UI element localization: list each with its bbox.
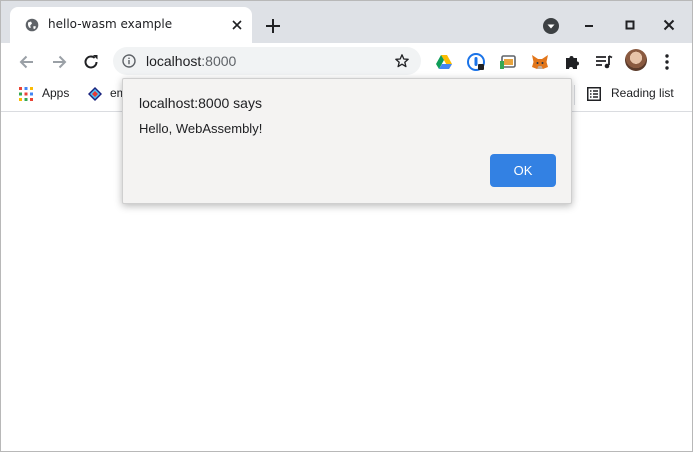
dialog-message: Hello, WebAssembly!	[139, 121, 263, 136]
tab-title: hello-wasm example	[48, 17, 173, 31]
bookmark-apps-label[interactable]: Apps	[42, 86, 69, 100]
tab-hello-wasm[interactable]: hello-wasm example	[10, 7, 252, 43]
bookmark-favicon[interactable]	[87, 86, 103, 102]
extensions-icon[interactable]	[562, 52, 582, 72]
minimize-icon[interactable]	[581, 17, 597, 33]
close-icon[interactable]	[229, 17, 245, 33]
apps-grid-icon[interactable]	[19, 87, 33, 101]
bookmarks-separator	[574, 85, 575, 105]
password-icon[interactable]	[466, 52, 486, 72]
media-queue-icon[interactable]	[594, 52, 614, 72]
plus-icon[interactable]	[263, 16, 283, 36]
ok-button[interactable]: OK	[490, 154, 556, 187]
reading-list-icon[interactable]	[587, 87, 601, 101]
more-icon[interactable]	[659, 52, 675, 72]
alert-dialog: localhost:8000 says Hello, WebAssembly! …	[122, 78, 572, 204]
url-text: localhost:8000	[146, 53, 237, 69]
forward-icon[interactable]	[49, 52, 69, 72]
dialog-title: localhost:8000 says	[139, 95, 262, 111]
maximize-icon[interactable]	[622, 17, 638, 33]
back-icon[interactable]	[17, 52, 37, 72]
reload-icon[interactable]	[81, 52, 101, 72]
window-close-icon[interactable]	[661, 17, 677, 33]
metamask-icon[interactable]	[530, 52, 550, 72]
star-icon[interactable]	[394, 53, 410, 69]
cast-icon[interactable]	[498, 52, 518, 72]
tab-search-icon[interactable]	[542, 17, 560, 35]
toolbar: localhost:8000	[1, 43, 692, 79]
avatar[interactable]	[625, 49, 647, 71]
address-bar[interactable]: localhost:8000	[113, 47, 421, 75]
browser-window: hello-wasm example localhost:8000 Apps e…	[0, 0, 693, 452]
info-icon[interactable]	[122, 54, 136, 68]
reading-list-label[interactable]: Reading list	[611, 86, 674, 100]
globe-icon	[25, 18, 39, 32]
google-drive-icon[interactable]	[434, 52, 454, 72]
tab-strip: hello-wasm example	[1, 1, 692, 43]
